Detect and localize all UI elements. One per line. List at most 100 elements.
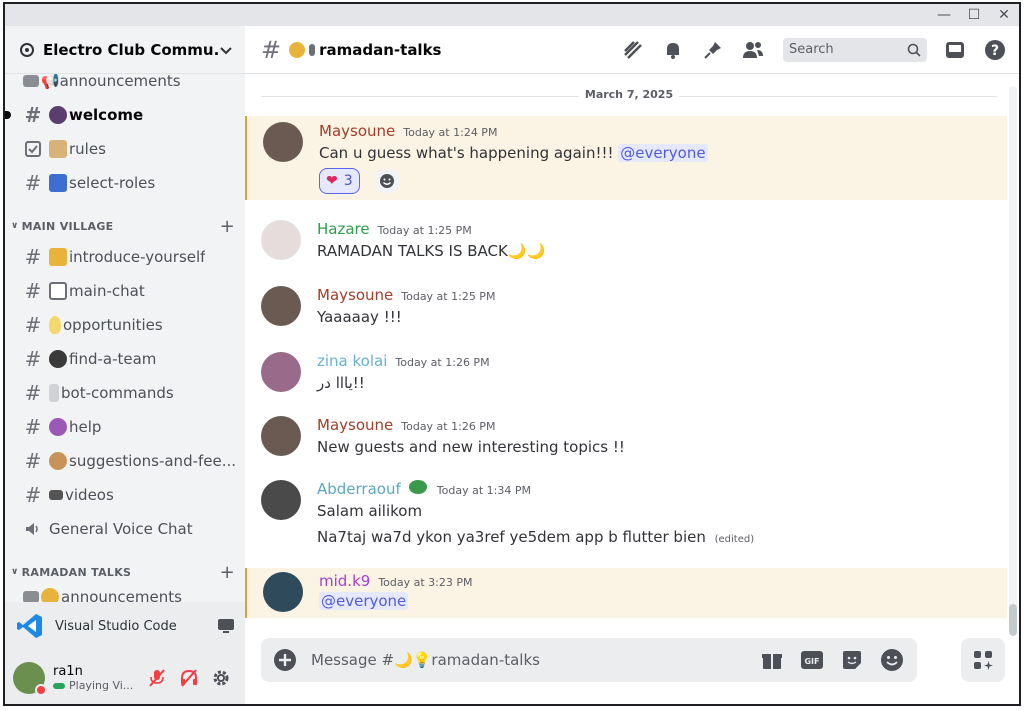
author-name[interactable]: Maysoune bbox=[319, 122, 395, 140]
add-reaction-button[interactable] bbox=[375, 169, 399, 193]
deafen-button[interactable] bbox=[173, 662, 205, 694]
voice-channel-general[interactable]: General Voice Chat bbox=[13, 514, 239, 544]
channel-help[interactable]: # help bbox=[13, 412, 239, 442]
chevron-down-icon: ∨ bbox=[11, 221, 19, 231]
message-item[interactable]: Hazare Today at 1:25 PM RAMADAN TALKS IS… bbox=[245, 214, 1007, 270]
bell-icon bbox=[667, 42, 679, 59]
community-server-icon bbox=[20, 42, 34, 57]
reaction-heart[interactable]: ❤ 3 bbox=[319, 168, 360, 194]
category-ramadan-talks[interactable]: ∨ RAMADAN TALKS + bbox=[11, 562, 239, 583]
mention-everyone[interactable]: @everyone bbox=[319, 592, 409, 610]
message-item[interactable]: Maysoune Today at 1:25 PM Yaaaaay !!! bbox=[245, 280, 1007, 336]
activity-panel[interactable]: Visual Studio Code bbox=[5, 602, 245, 650]
avatar[interactable] bbox=[13, 662, 47, 696]
notifications-button[interactable] bbox=[661, 38, 685, 62]
server-header[interactable]: Electro Club Commu... bbox=[5, 26, 245, 74]
message-content: Can u guess what's happening again!!! @e… bbox=[319, 144, 708, 162]
user-info[interactable]: ra1n Playing Vi... bbox=[53, 664, 141, 692]
scrollbar-thumb[interactable] bbox=[1009, 604, 1017, 636]
avatar[interactable] bbox=[261, 352, 301, 392]
maximize-button[interactable]: ☐ bbox=[959, 4, 989, 26]
mute-button[interactable] bbox=[141, 662, 173, 694]
message-item[interactable]: Maysoune Today at 1:26 PM New guests and… bbox=[245, 410, 1007, 466]
channel-main-chat[interactable]: # main-chat bbox=[13, 276, 239, 306]
message-item[interactable]: mid.k9 Today at 3:23 PM @everyone bbox=[245, 568, 1007, 618]
channel-bot-commands[interactable]: # bot-commands bbox=[13, 378, 239, 408]
activity-label: Visual Studio Code bbox=[55, 618, 177, 634]
channel-find-a-team[interactable]: # find-a-team bbox=[13, 344, 239, 374]
hash-icon: # bbox=[24, 313, 42, 337]
rules-channel-icon bbox=[25, 141, 41, 157]
pinned-messages-button[interactable] bbox=[701, 38, 725, 62]
team-emoji-icon bbox=[49, 350, 67, 368]
date-divider-label: March 7, 2025 bbox=[578, 88, 680, 101]
message-input[interactable]: Message #🌙💡ramadan-talks bbox=[311, 651, 745, 669]
inbox-button[interactable] bbox=[943, 38, 967, 62]
close-button[interactable]: ✕ bbox=[989, 4, 1019, 26]
avatar[interactable] bbox=[263, 122, 303, 162]
search-input[interactable]: Search bbox=[783, 37, 927, 62]
category-main-village[interactable]: ∨ MAIN VILLAGE + bbox=[11, 216, 239, 237]
message-text: Na7taj wa7d ykon ya3ref ye5dem app b flu… bbox=[317, 528, 706, 546]
gif-button[interactable]: GIF bbox=[799, 647, 825, 673]
pin-icon bbox=[704, 41, 721, 59]
hash-icon: # bbox=[24, 103, 42, 127]
moon-emoji-icon bbox=[289, 41, 306, 58]
screen-share-icon[interactable] bbox=[217, 617, 235, 635]
hash-icon: # bbox=[24, 347, 42, 371]
message-item[interactable]: zina kolai Today at 1:26 PM يااا در!! bbox=[245, 346, 1007, 402]
film-emoji-icon bbox=[49, 174, 67, 192]
gift-button[interactable] bbox=[759, 647, 785, 673]
message-composer[interactable]: Message #🌙💡ramadan-talks GIF bbox=[261, 638, 917, 682]
channel-label: General Voice Chat bbox=[49, 520, 193, 538]
message-item[interactable]: Abderraouf Today at 1:34 PM Salam ailiko… bbox=[245, 476, 1007, 556]
author-name[interactable]: Hazare bbox=[317, 220, 370, 238]
apps-button[interactable] bbox=[961, 638, 1005, 682]
avatar[interactable] bbox=[263, 572, 303, 612]
emoji-button[interactable] bbox=[879, 647, 905, 673]
channel-select-roles[interactable]: # select-roles bbox=[13, 168, 239, 198]
message-item[interactable]: Maysoune Today at 1:24 PM Can u guess wh… bbox=[245, 116, 1007, 200]
author-name[interactable]: zina kolai bbox=[317, 352, 387, 370]
help-button[interactable]: ? bbox=[983, 38, 1007, 62]
add-attachment-icon[interactable] bbox=[273, 648, 297, 672]
inbox-icon bbox=[946, 41, 964, 58]
threads-button[interactable] bbox=[621, 38, 645, 62]
minimize-button[interactable]: — bbox=[929, 4, 959, 26]
speaker-icon bbox=[26, 523, 38, 535]
channel-ramadan-announcements[interactable]: announcements bbox=[13, 582, 239, 602]
channel-videos[interactable]: # videos bbox=[13, 480, 239, 510]
channel-introduce-yourself[interactable]: # introduce-yourself bbox=[13, 242, 239, 272]
avatar[interactable] bbox=[261, 480, 301, 520]
avatar[interactable] bbox=[261, 286, 301, 326]
channel-label: bot-commands bbox=[61, 384, 174, 402]
sticker-button[interactable] bbox=[839, 647, 865, 673]
avatar[interactable] bbox=[261, 416, 301, 456]
author-name[interactable]: Abderraouf bbox=[317, 480, 401, 498]
announcement-icon bbox=[23, 75, 39, 87]
channel-label: main-chat bbox=[69, 282, 145, 300]
timestamp: Today at 1:25 PM bbox=[401, 290, 496, 303]
author-name[interactable]: mid.k9 bbox=[319, 572, 370, 590]
scrollbar-track[interactable] bbox=[1009, 86, 1017, 634]
channel-announcements[interactable]: 📢announcements bbox=[13, 74, 239, 96]
hash-icon: # bbox=[261, 35, 282, 64]
channel-suggestions[interactable]: # suggestions-and-fee... bbox=[13, 446, 239, 476]
channel-label: 📢announcements bbox=[41, 74, 181, 90]
avatar[interactable] bbox=[261, 220, 301, 260]
channel-welcome[interactable]: # welcome bbox=[5, 100, 239, 130]
settings-button[interactable] bbox=[205, 662, 237, 694]
author-name[interactable]: Maysoune bbox=[317, 286, 393, 304]
author-name[interactable]: Maysoune bbox=[317, 416, 393, 434]
add-channel-icon[interactable]: + bbox=[220, 562, 235, 583]
channel-label: announcements bbox=[61, 588, 182, 602]
mention-everyone[interactable]: @everyone bbox=[618, 144, 708, 162]
channel-opportunities[interactable]: # opportunities bbox=[13, 310, 239, 340]
member-list-button[interactable] bbox=[741, 38, 765, 62]
smiley-icon bbox=[881, 649, 903, 671]
message-header: Hazare Today at 1:25 PM bbox=[317, 220, 472, 238]
apps-icon bbox=[974, 651, 993, 670]
add-channel-icon[interactable]: + bbox=[220, 216, 235, 237]
chevron-down-icon[interactable] bbox=[219, 43, 233, 57]
channel-rules[interactable]: rules bbox=[13, 134, 239, 164]
